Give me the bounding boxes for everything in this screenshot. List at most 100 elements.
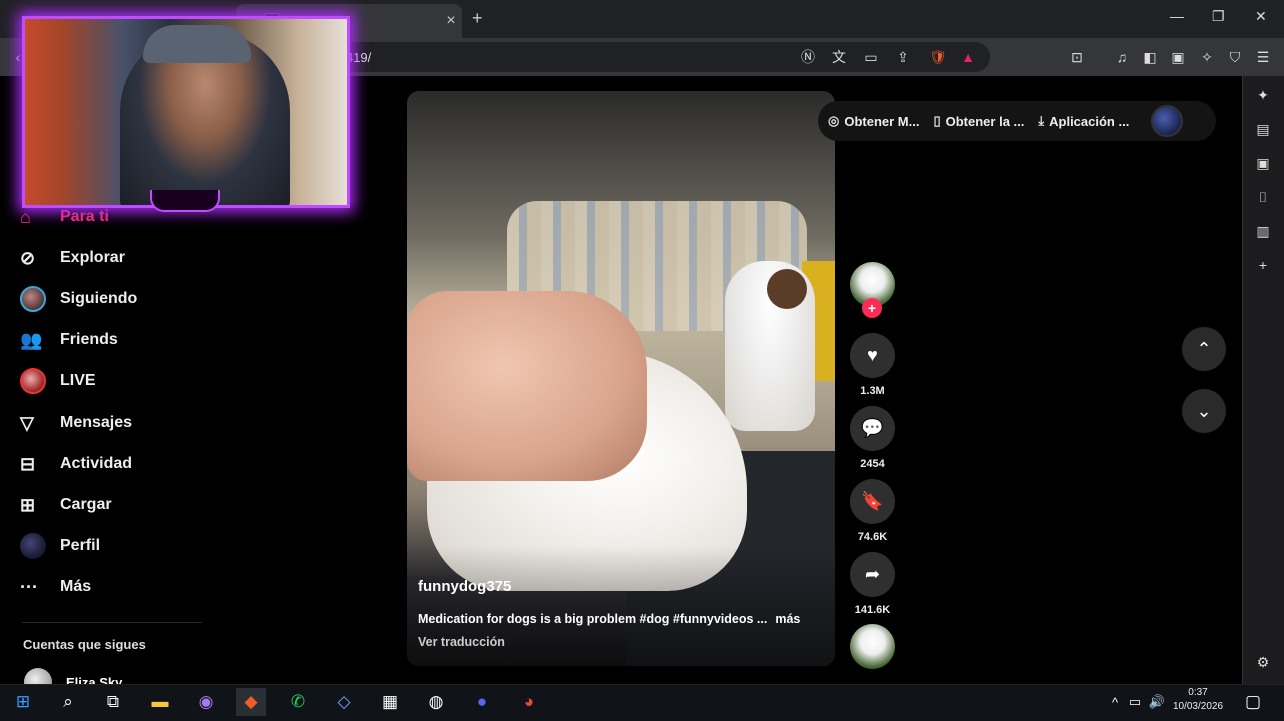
friends-icon: 👥 <box>20 329 43 350</box>
send-icon: ▽ <box>20 412 34 433</box>
nav-mensajes[interactable]: ▽ Mensajes <box>18 406 132 440</box>
more-dots-icon: ··· <box>20 576 38 597</box>
nav-label: Cargar <box>60 496 112 513</box>
profile-avatar[interactable] <box>1151 105 1184 137</box>
caption-text: Medication for dogs is a big problem #do… <box>418 612 768 626</box>
follow-plus-button[interactable]: + <box>862 298 882 318</box>
tab-search-icon[interactable]: ⊡ <box>1067 47 1087 67</box>
get-coins-pill[interactable]: ◎ Obtener M... <box>828 113 919 129</box>
video-caption: Medication for dogs is a big problem #do… <box>418 612 800 626</box>
share-button[interactable]: ➦ <box>850 552 895 597</box>
previous-video-button[interactable]: ⌃ <box>1182 327 1226 371</box>
translate-icon[interactable]: 文 <box>829 47 849 67</box>
like-count: 1.3M <box>860 385 885 397</box>
add-panel-icon[interactable]: + <box>1252 254 1274 276</box>
avatar <box>20 533 46 559</box>
maximize-icon[interactable]: ❐ <box>1212 8 1225 25</box>
minimize-icon[interactable]: — <box>1170 8 1184 24</box>
playlist-icon[interactable]: ▤ <box>1252 118 1274 140</box>
brave-browser-icon[interactable]: ◆ <box>236 688 266 716</box>
reader-off-icon[interactable]: Ⓝ <box>798 47 818 67</box>
nav-friends[interactable]: 👥 Friends <box>18 323 118 357</box>
nav-label: Perfil <box>60 537 101 554</box>
share-icon[interactable]: ⇪ <box>893 47 913 67</box>
media-app-icon[interactable]: ▦ <box>375 688 405 716</box>
streamer-cap <box>143 25 251 63</box>
video-hand <box>407 291 647 481</box>
nav-label: Actividad <box>60 455 133 472</box>
system-clock[interactable]: 0:37 10/03/2026 <box>1168 686 1228 714</box>
nav-siguiendo[interactable]: Siguiendo <box>18 282 137 316</box>
close-tab-icon[interactable]: × <box>440 12 462 30</box>
task-view-icon[interactable]: ⧉ <box>98 688 128 716</box>
nav-label: Friends <box>60 331 118 348</box>
save-button[interactable]: 🔖 <box>850 479 895 524</box>
following-avatar-icon <box>18 285 50 313</box>
obs-icon[interactable]: ◍ <box>421 688 451 716</box>
get-app-pill[interactable]: ▯ Obtener la ... <box>933 113 1024 129</box>
chrome-icon[interactable]: ◕ <box>514 688 544 716</box>
pill-label: Obtener la ... <box>945 113 1025 129</box>
caption-more-link[interactable]: más <box>775 612 800 626</box>
nav-live[interactable]: LIVE <box>18 364 96 398</box>
windows-start-icon[interactable]: ⊞ <box>8 688 38 716</box>
menu-icon[interactable]: ☰ <box>1253 47 1273 67</box>
brave-shields-icon[interactable]: 🛡 <box>928 47 948 67</box>
profile-avatar-icon <box>18 532 50 560</box>
compass-icon: ⊘ <box>20 247 36 268</box>
sound-disc-avatar[interactable] <box>850 624 895 669</box>
webcam-frame-ornament <box>150 190 220 212</box>
new-tab-button[interactable]: + <box>472 8 483 29</box>
search-icon[interactable]: ⌕ <box>53 688 83 716</box>
top-action-pills: ◎ Obtener M... ▯ Obtener la ... ⤓ Aplicació… <box>818 101 1216 141</box>
settings-gear-icon[interactable]: ⚙ <box>1252 651 1274 673</box>
avatar <box>20 368 46 394</box>
clock-date: 10/03/2026 <box>1172 701 1224 712</box>
video-author[interactable]: funnydog375 <box>418 578 511 595</box>
reading-list-icon[interactable]: ▥ <box>1252 220 1274 242</box>
like-button[interactable]: ♥ <box>850 333 895 378</box>
inbox-icon: ⊟ <box>20 453 36 474</box>
notifications-icon[interactable]: ▢ <box>1238 688 1268 716</box>
close-window-icon[interactable]: ✕ <box>1255 8 1267 25</box>
file-explorer-icon[interactable]: ▬ <box>145 688 175 716</box>
wallet-icon[interactable]: ▣ <box>1168 47 1188 67</box>
chat-app-icon[interactable]: ◉ <box>191 688 221 716</box>
chevron-up-icon: ⌃ <box>1196 338 1212 359</box>
desktop-app-pill[interactable]: ⤓ Aplicación ... <box>1038 113 1129 129</box>
leo-icon[interactable]: ✦ <box>1252 84 1274 106</box>
live-avatar-icon <box>18 367 50 395</box>
address-bar[interactable]: /-419/ <box>330 42 990 72</box>
comment-button[interactable]: 💬 <box>850 406 895 451</box>
following-section-title: Cuentas que sigues <box>23 637 146 652</box>
nav-cargar[interactable]: ⊞ Cargar <box>18 488 112 522</box>
pill-label: Obtener M... <box>844 113 920 129</box>
nav-label: Más <box>60 578 92 595</box>
avatar <box>20 286 46 312</box>
next-video-button[interactable]: ⌄ <box>1182 389 1226 433</box>
wallet-panel-icon[interactable]: ▣ <box>1252 152 1274 174</box>
cast-icon[interactable]: ▭ <box>861 47 881 67</box>
vpn-icon[interactable]: ⛉ <box>1225 47 1245 67</box>
nav-actividad[interactable]: ⊟ Actividad <box>18 447 132 481</box>
nav-explorar[interactable]: ⊘ Explorar <box>18 241 125 275</box>
see-translation-link[interactable]: Ver traducción <box>418 635 505 649</box>
discord-icon[interactable]: ● <box>467 688 497 716</box>
leo-ai-icon[interactable]: ✧ <box>1197 47 1217 67</box>
diamond-app-icon[interactable]: ◇ <box>329 688 359 716</box>
share-arrow-icon: ➦ <box>864 564 881 584</box>
bookmarks-icon[interactable]: ⌷ <box>1252 186 1274 208</box>
nav-mas[interactable]: ··· Más <box>18 570 91 604</box>
nav-perfil[interactable]: Perfil <box>18 529 100 563</box>
nav-label: LIVE <box>60 372 96 389</box>
music-icon[interactable]: ♫ <box>1112 47 1132 67</box>
sidebar-toggle-icon[interactable]: ◧ <box>1140 47 1160 67</box>
nav-label: Explorar <box>60 249 125 266</box>
chevron-down-icon: ⌄ <box>1196 400 1212 421</box>
clock-time: 0:37 <box>1188 687 1208 698</box>
bookmark-icon: 🔖 <box>861 491 884 511</box>
nav-label: Siguiendo <box>60 290 138 307</box>
whatsapp-icon[interactable]: ✆ <box>283 688 313 716</box>
brave-rewards-icon[interactable]: ▲ <box>958 47 978 67</box>
nav-label: Para ti <box>60 208 109 225</box>
